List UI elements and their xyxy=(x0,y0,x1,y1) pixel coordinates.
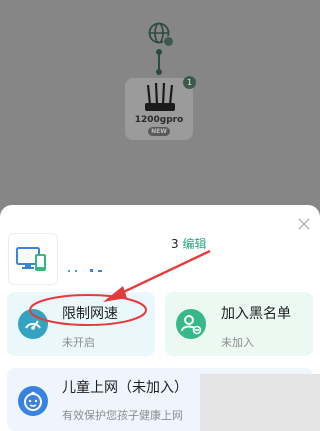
router-notification-badge: 1 xyxy=(183,76,196,89)
child-internet-title: 儿童上网（未加入） xyxy=(62,380,188,396)
link-dot-bottom xyxy=(156,69,162,75)
device-icon xyxy=(16,247,46,271)
close-icon[interactable] xyxy=(296,216,312,232)
globe-status-badge xyxy=(163,36,174,47)
blacklist-status: 未加入 xyxy=(221,336,254,349)
child-face-icon xyxy=(18,386,48,416)
speed-limit-status: 未开启 xyxy=(62,336,95,349)
user-block-icon xyxy=(176,309,206,339)
watermark-patch xyxy=(200,374,320,431)
router-name: 1200gpro xyxy=(134,115,184,125)
blacklist-title: 加入黑名单 xyxy=(221,306,291,322)
child-internet-subtitle: 有效保护您孩子健康上网 xyxy=(62,409,183,422)
annotation-oval xyxy=(29,294,147,326)
router-icon xyxy=(145,83,175,111)
new-badge: NEW xyxy=(148,127,170,136)
link-line xyxy=(158,52,160,70)
